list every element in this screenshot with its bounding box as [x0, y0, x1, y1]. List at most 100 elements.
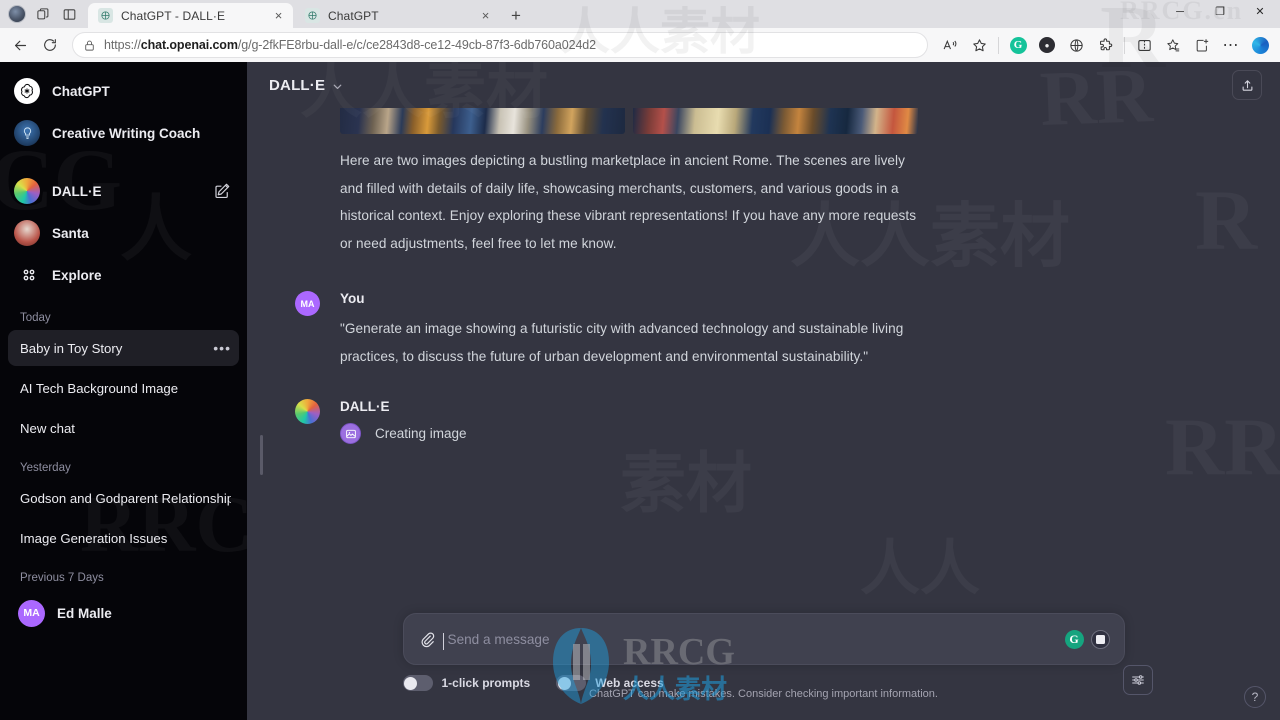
grid-icon [20, 266, 38, 284]
conversation-title: Image Generation Issues [20, 530, 168, 546]
dalle-logo-icon [295, 399, 320, 424]
generated-image-2[interactable] [633, 108, 918, 134]
main-header: DALL·E [247, 62, 1280, 108]
creative-writing-coach-icon [14, 120, 40, 146]
split-screen-icon[interactable] [1130, 31, 1158, 59]
tab-title: ChatGPT - DALL·E [121, 8, 226, 23]
favorite-star-icon[interactable] [965, 31, 993, 59]
sidebar-conversation-ai-tech-background-image[interactable]: AI Tech Background Image [8, 370, 239, 406]
avatar: MA [295, 291, 320, 316]
sidebar-item-santa[interactable]: Santa [8, 212, 239, 254]
tab-copy-icon[interactable] [30, 3, 56, 25]
scrollbar[interactable] [260, 435, 263, 475]
composer-actions: G [1064, 629, 1110, 649]
grammarly-icon[interactable]: G [1004, 31, 1032, 59]
sidebar-item-explore[interactable]: Explore [8, 254, 239, 296]
composer-placeholder: Send a message [447, 631, 550, 647]
composer-area: Send a message G 1-click prompts Web acc… [247, 605, 1280, 720]
generated-images [340, 108, 920, 134]
message-author: You [340, 291, 365, 306]
read-aloud-icon[interactable] [936, 31, 964, 59]
share-upload-icon[interactable] [1232, 70, 1262, 100]
search-input[interactable]: Send a message [442, 631, 1055, 650]
sidebar-conversation-baby-in-toy-story[interactable]: Baby in Toy Story ••• [8, 330, 239, 366]
browser-toolbar-icons: G ● ⋯ [936, 31, 1274, 59]
chatgpt-logo-icon [14, 78, 40, 104]
conversation-title: New chat [20, 420, 75, 436]
window-controls: ─ ❐ ✕ [1160, 0, 1280, 28]
generated-image-1[interactable] [340, 108, 625, 134]
reload-icon[interactable] [36, 31, 64, 59]
sidebar-item-dalle[interactable]: DALL·E [8, 170, 239, 212]
sidebar-item-creative-writing-coach[interactable]: Creative Writing Coach [8, 112, 239, 154]
stop-generating-icon[interactable] [1090, 629, 1110, 649]
message-user: MA You "Generate an image showing a futu… [247, 291, 1280, 370]
santa-icon [14, 220, 40, 246]
collections-icon[interactable] [1159, 31, 1187, 59]
close-window-button[interactable]: ✕ [1240, 0, 1280, 23]
sidebar-item-label: Santa [52, 225, 89, 241]
message-text: "Generate an image showing a futuristic … [340, 321, 904, 364]
grammarly-icon[interactable]: G [1064, 629, 1084, 649]
sidebar-conversation-image-generation-issues[interactable]: Image Generation Issues [8, 520, 239, 556]
sidebar-user-account[interactable]: MA Ed Malle [8, 590, 239, 636]
chatgpt-page: ChatGPT Creative Writing Coach DALL·E Sa… [0, 62, 1280, 720]
chevron-down-icon[interactable] [331, 80, 344, 93]
browser-window: ChatGPT - DALL·E × ChatGPT × + ─ ❐ ✕ htt… [0, 0, 1280, 720]
lock-icon [83, 39, 96, 52]
browser-tab-0[interactable]: ChatGPT - DALL·E × [88, 3, 293, 28]
vertical-tabs-icon[interactable] [56, 3, 82, 25]
creating-image-status: Creating image [340, 423, 920, 444]
conversation-menu-icon[interactable]: ••• [213, 340, 231, 356]
edit-icon[interactable] [213, 182, 231, 200]
browser-tab-1[interactable]: ChatGPT × [295, 3, 500, 28]
profile-avatar-icon[interactable] [4, 3, 30, 25]
sidebar-conversation-new-chat[interactable]: New chat [8, 410, 239, 446]
tab-close-button[interactable]: × [477, 7, 494, 24]
copilot-icon[interactable] [1246, 31, 1274, 59]
minimize-button[interactable]: ─ [1160, 0, 1200, 23]
sidebar-section-yesterday: Yesterday [20, 462, 71, 474]
help-button[interactable]: ? [1244, 686, 1266, 708]
tab-close-button[interactable]: × [270, 7, 287, 24]
tab-title: ChatGPT [328, 8, 379, 23]
disclaimer-text: ChatGPT can make mistakes. Consider chec… [589, 688, 938, 700]
sidebar-item-label: Explore [52, 267, 102, 283]
page-title: DALL·E [269, 76, 326, 94]
sidebar-item-label: ChatGPT [52, 83, 110, 99]
address-bar[interactable]: https://chat.openai.com/g/g-2fkFE8rbu-da… [72, 32, 928, 58]
back-arrow-icon[interactable] [6, 31, 34, 59]
status-text: Creating image [375, 426, 467, 441]
dalle-logo-icon [14, 178, 40, 204]
address-bar-url: https://chat.openai.com/g/g-2fkFE8rbu-da… [104, 38, 596, 52]
maximize-button[interactable]: ❐ [1200, 0, 1240, 23]
add-collection-icon[interactable] [1188, 31, 1216, 59]
message-text: Here are two images depicting a bustling… [340, 153, 917, 251]
sidebar-item-chatgpt[interactable]: ChatGPT [8, 70, 239, 112]
main-panel: DALL·E Here are two images depicting a b… [247, 62, 1280, 720]
extension-dark-icon[interactable]: ● [1033, 31, 1061, 59]
browser-navigation-bar: https://chat.openai.com/g/g-2fkFE8rbu-da… [0, 28, 1280, 62]
tab-strip: ChatGPT - DALL·E × ChatGPT × + ─ ❐ ✕ [0, 0, 1280, 28]
sidebar-conversation-godson-and-godparent-relationship[interactable]: Godson and Godparent Relationship [8, 480, 239, 516]
avatar: MA [18, 599, 45, 627]
conversation-thread[interactable]: Here are two images depicting a bustling… [247, 108, 1280, 605]
sidebar-section-today: Today [20, 312, 51, 324]
conversation-title: AI Tech Background Image [20, 380, 179, 396]
paperclip-icon[interactable] [418, 630, 436, 648]
globe-icon[interactable] [1062, 31, 1090, 59]
sidebar: ChatGPT Creative Writing Coach DALL·E Sa… [0, 62, 247, 720]
chatgpt-favicon-icon [98, 8, 113, 23]
conversation-title: Godson and Godparent Relationship [20, 490, 231, 506]
message-composer[interactable]: Send a message G [402, 613, 1125, 665]
sidebar-section-previous-7-days: Previous 7 Days [20, 572, 104, 584]
puzzle-icon[interactable] [1091, 31, 1119, 59]
user-name: Ed Malle [57, 605, 112, 621]
more-options-icon[interactable]: ⋯ [1217, 31, 1245, 59]
image-generation-icon [340, 423, 361, 444]
new-tab-button[interactable]: + [502, 3, 530, 28]
sidebar-item-label: Creative Writing Coach [52, 125, 201, 141]
message-assistant-intro: Here are two images depicting a bustling… [247, 108, 1280, 257]
conversation-title: Baby in Toy Story [20, 340, 123, 356]
message-author: DALL·E [340, 399, 390, 414]
